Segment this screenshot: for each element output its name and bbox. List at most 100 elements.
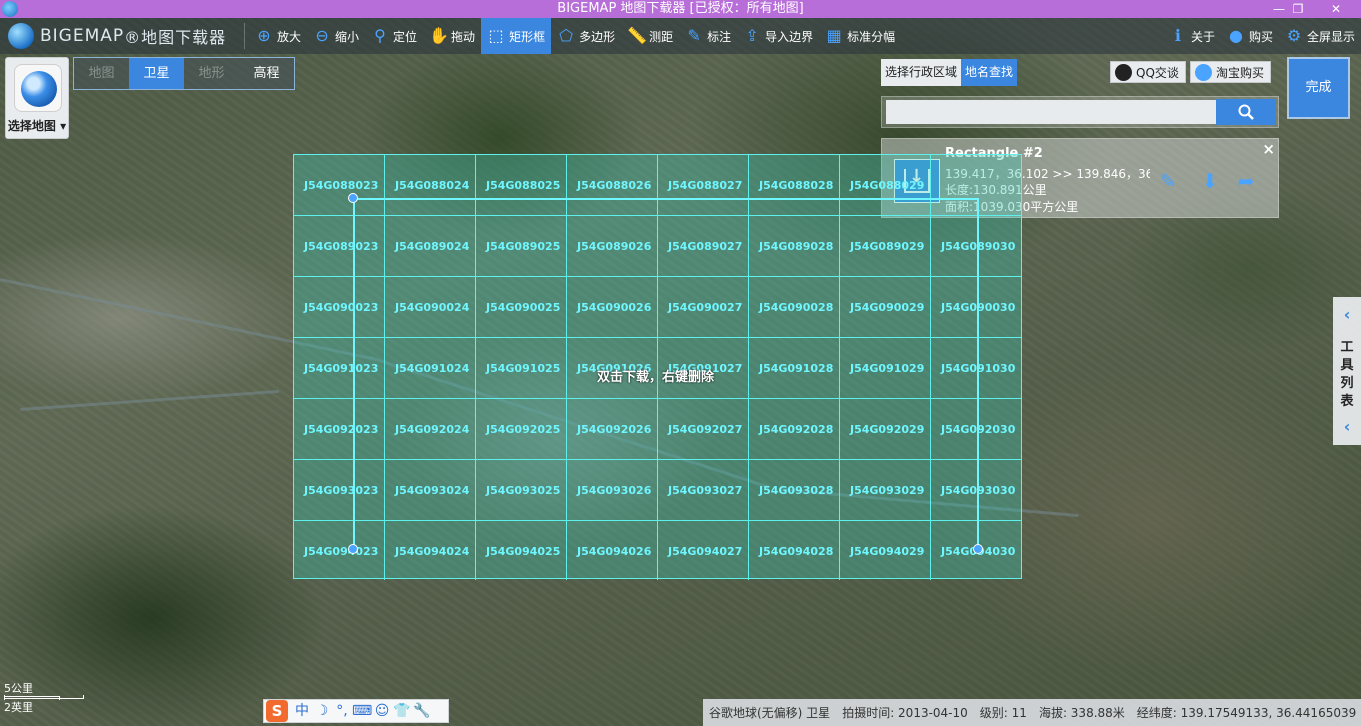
- map-type-satellite[interactable]: 卫星: [129, 58, 184, 89]
- map-type-switcher: 地图 卫星 地形 高程: [73, 57, 295, 90]
- marker-icon: ✎: [687, 26, 701, 45]
- zoom-out-icon: ⊖: [315, 26, 329, 45]
- zoom-in-button[interactable]: ⊕ 放大: [249, 18, 307, 54]
- keyboard-icon[interactable]: ⌨: [352, 700, 372, 722]
- grid-cell-label: J54G088027: [668, 179, 743, 192]
- standard-sheet-button[interactable]: ▦ 标准分幅: [819, 18, 901, 54]
- select-map-button[interactable]: 选择地图 ▾: [5, 57, 69, 139]
- import-boundary-label: 导入边界: [765, 29, 814, 44]
- status-shot-time: 拍摄时间: 2013-04-10: [842, 706, 968, 720]
- rectangle-icon: ⬚: [488, 26, 504, 45]
- restore-button[interactable]: ❐: [1287, 0, 1309, 18]
- buy-button[interactable]: ● 购买: [1221, 18, 1279, 54]
- rectangle-vertex[interactable]: [348, 193, 358, 203]
- search-tabs: 选择行政区域 地名查找: [881, 59, 1018, 86]
- pan-button[interactable]: ✋ 拖动: [423, 18, 481, 54]
- import-boundary-button[interactable]: ⇪ 导入边界: [737, 18, 819, 54]
- rectangle-tool-button[interactable]: ⬚ 矩形框: [481, 18, 552, 54]
- edit-icon[interactable]: ✎: [1156, 169, 1180, 193]
- fullscreen-label: 全屏显示: [1306, 29, 1355, 44]
- info-icon: ℹ: [1174, 26, 1181, 45]
- punctuation-icon[interactable]: °,: [332, 700, 352, 722]
- qq-chat-button[interactable]: QQ交谈: [1110, 61, 1186, 83]
- ime-toolbar: S 中 ☽ °, ⌨ ☺ 👕 🔧: [263, 699, 449, 723]
- scale-imperial: 2英里: [4, 701, 33, 714]
- zoom-out-button[interactable]: ⊖ 缩小: [307, 18, 365, 54]
- map-type-terrain[interactable]: 地形: [184, 58, 239, 89]
- fullscreen-button[interactable]: ⚙ 全屏显示: [1279, 18, 1361, 54]
- share-icon[interactable]: ➦: [1234, 169, 1258, 193]
- grid-cell-label: J54G088025: [486, 179, 561, 192]
- standard-sheet-label: 标准分幅: [847, 29, 896, 44]
- search-bar: [881, 96, 1279, 128]
- status-altitude: 海拔: 338.88米: [1038, 706, 1125, 720]
- result-close-button[interactable]: ×: [1262, 140, 1275, 158]
- qq-icon: [1115, 64, 1132, 81]
- rectangle-vertex[interactable]: [348, 544, 358, 554]
- import-icon: ⇪: [745, 26, 759, 45]
- taobao-buy-label: 淘宝购买: [1216, 66, 1265, 80]
- app-logo-icon: [2, 1, 18, 17]
- tab-place-search[interactable]: 地名查找: [961, 59, 1018, 86]
- about-button[interactable]: ℹ 关于: [1163, 18, 1221, 54]
- moon-icon[interactable]: ☽: [312, 700, 332, 722]
- pan-label: 拖动: [451, 29, 476, 44]
- location-pin-icon: ⚲: [374, 26, 386, 45]
- annotate-label: 标注: [707, 29, 732, 44]
- sogou-logo-icon[interactable]: S: [266, 700, 288, 722]
- map-type-map[interactable]: 地图: [74, 58, 129, 89]
- tool-list-label: 工 具 列 表: [1340, 340, 1354, 409]
- zoom-in-label: 放大: [277, 29, 302, 44]
- close-button[interactable]: ✕: [1312, 0, 1360, 18]
- taobao-buy-button[interactable]: 淘宝购买: [1190, 61, 1272, 83]
- hand-icon: ✋: [429, 26, 449, 45]
- window-title: BIGEMAP 地图下载器 [已授权：所有地图]: [557, 1, 804, 16]
- brand-name: BIGEMAP: [40, 26, 125, 46]
- google-earth-icon: [14, 64, 62, 112]
- locate-label: 定位: [393, 29, 418, 44]
- grid-cell-label: J54G088024: [395, 179, 470, 192]
- grid-cell-label: J54G088029: [850, 179, 925, 192]
- search-button[interactable]: [1216, 99, 1276, 125]
- measure-label: 测距: [649, 29, 674, 44]
- skin-icon[interactable]: 👕: [392, 700, 412, 722]
- grid-cell-label: J54G088028: [759, 179, 834, 192]
- measure-button[interactable]: 📏 测距: [621, 18, 679, 54]
- map-type-elevation[interactable]: 高程: [239, 58, 294, 89]
- status-source: 谷歌地球(无偏移) 卫星: [709, 706, 831, 720]
- zoom-in-icon: ⊕: [257, 26, 271, 45]
- grid-cell-label: J54G088023: [304, 179, 379, 192]
- annotate-button[interactable]: ✎ 标注: [679, 18, 737, 54]
- select-map-label: 选择地图 ▾: [7, 119, 67, 133]
- status-bar: 谷歌地球(无偏移) 卫星 拍摄时间: 2013-04-10 级别: 11 海拔:…: [703, 699, 1361, 726]
- tab-admin-region[interactable]: 选择行政区域: [881, 59, 962, 86]
- rectangle-vertex[interactable]: [973, 544, 983, 554]
- polygon-label: 多边形: [579, 29, 616, 44]
- ime-chinese-mode[interactable]: 中: [292, 700, 312, 722]
- brand-suffix: ®地图下载器: [124, 28, 227, 47]
- user-icon[interactable]: ☺: [372, 700, 392, 722]
- polygon-icon: ⬠: [559, 26, 574, 45]
- grid-hint: 双击下载，右键删除: [597, 370, 715, 385]
- cart-icon: ●: [1228, 26, 1243, 45]
- locate-button[interactable]: ⚲ 定位: [365, 18, 423, 54]
- done-button[interactable]: 完成: [1287, 57, 1350, 119]
- ruler-icon: 📏: [627, 26, 648, 45]
- main-toolbar: BIGEMAP ®地图下载器 ⊕ 放大 ⊖ 缩小 ⚲ 定位 ✋ 拖动 ⬚ 矩形框 ⬠ 多边形…: [0, 18, 1361, 54]
- download-icon[interactable]: ⬇: [1198, 169, 1222, 193]
- scale-bar: 5公里 2英里: [4, 680, 86, 714]
- divider: [244, 23, 245, 49]
- tool-list-panel[interactable]: ‹ 工 具 列 表 ‹: [1333, 297, 1361, 445]
- grid-cell-label: J54G088026: [577, 179, 652, 192]
- brand: BIGEMAP ®地图下载器: [0, 23, 240, 49]
- grid-icon: ▦: [826, 26, 842, 45]
- chevron-left-icon[interactable]: ‹: [1339, 307, 1355, 323]
- rectangle-label: 矩形框: [509, 29, 546, 44]
- taobao-icon: [1195, 64, 1212, 81]
- qq-chat-label: QQ交谈: [1136, 66, 1179, 80]
- polygon-tool-button[interactable]: ⬠ 多边形: [551, 18, 621, 54]
- wrench-icon[interactable]: 🔧: [412, 700, 432, 722]
- search-input[interactable]: [886, 100, 1216, 124]
- chevron-left-icon[interactable]: ‹: [1339, 419, 1355, 435]
- title-bar: BIGEMAP 地图下载器 [已授权：所有地图] — ❐ ✕: [0, 0, 1361, 18]
